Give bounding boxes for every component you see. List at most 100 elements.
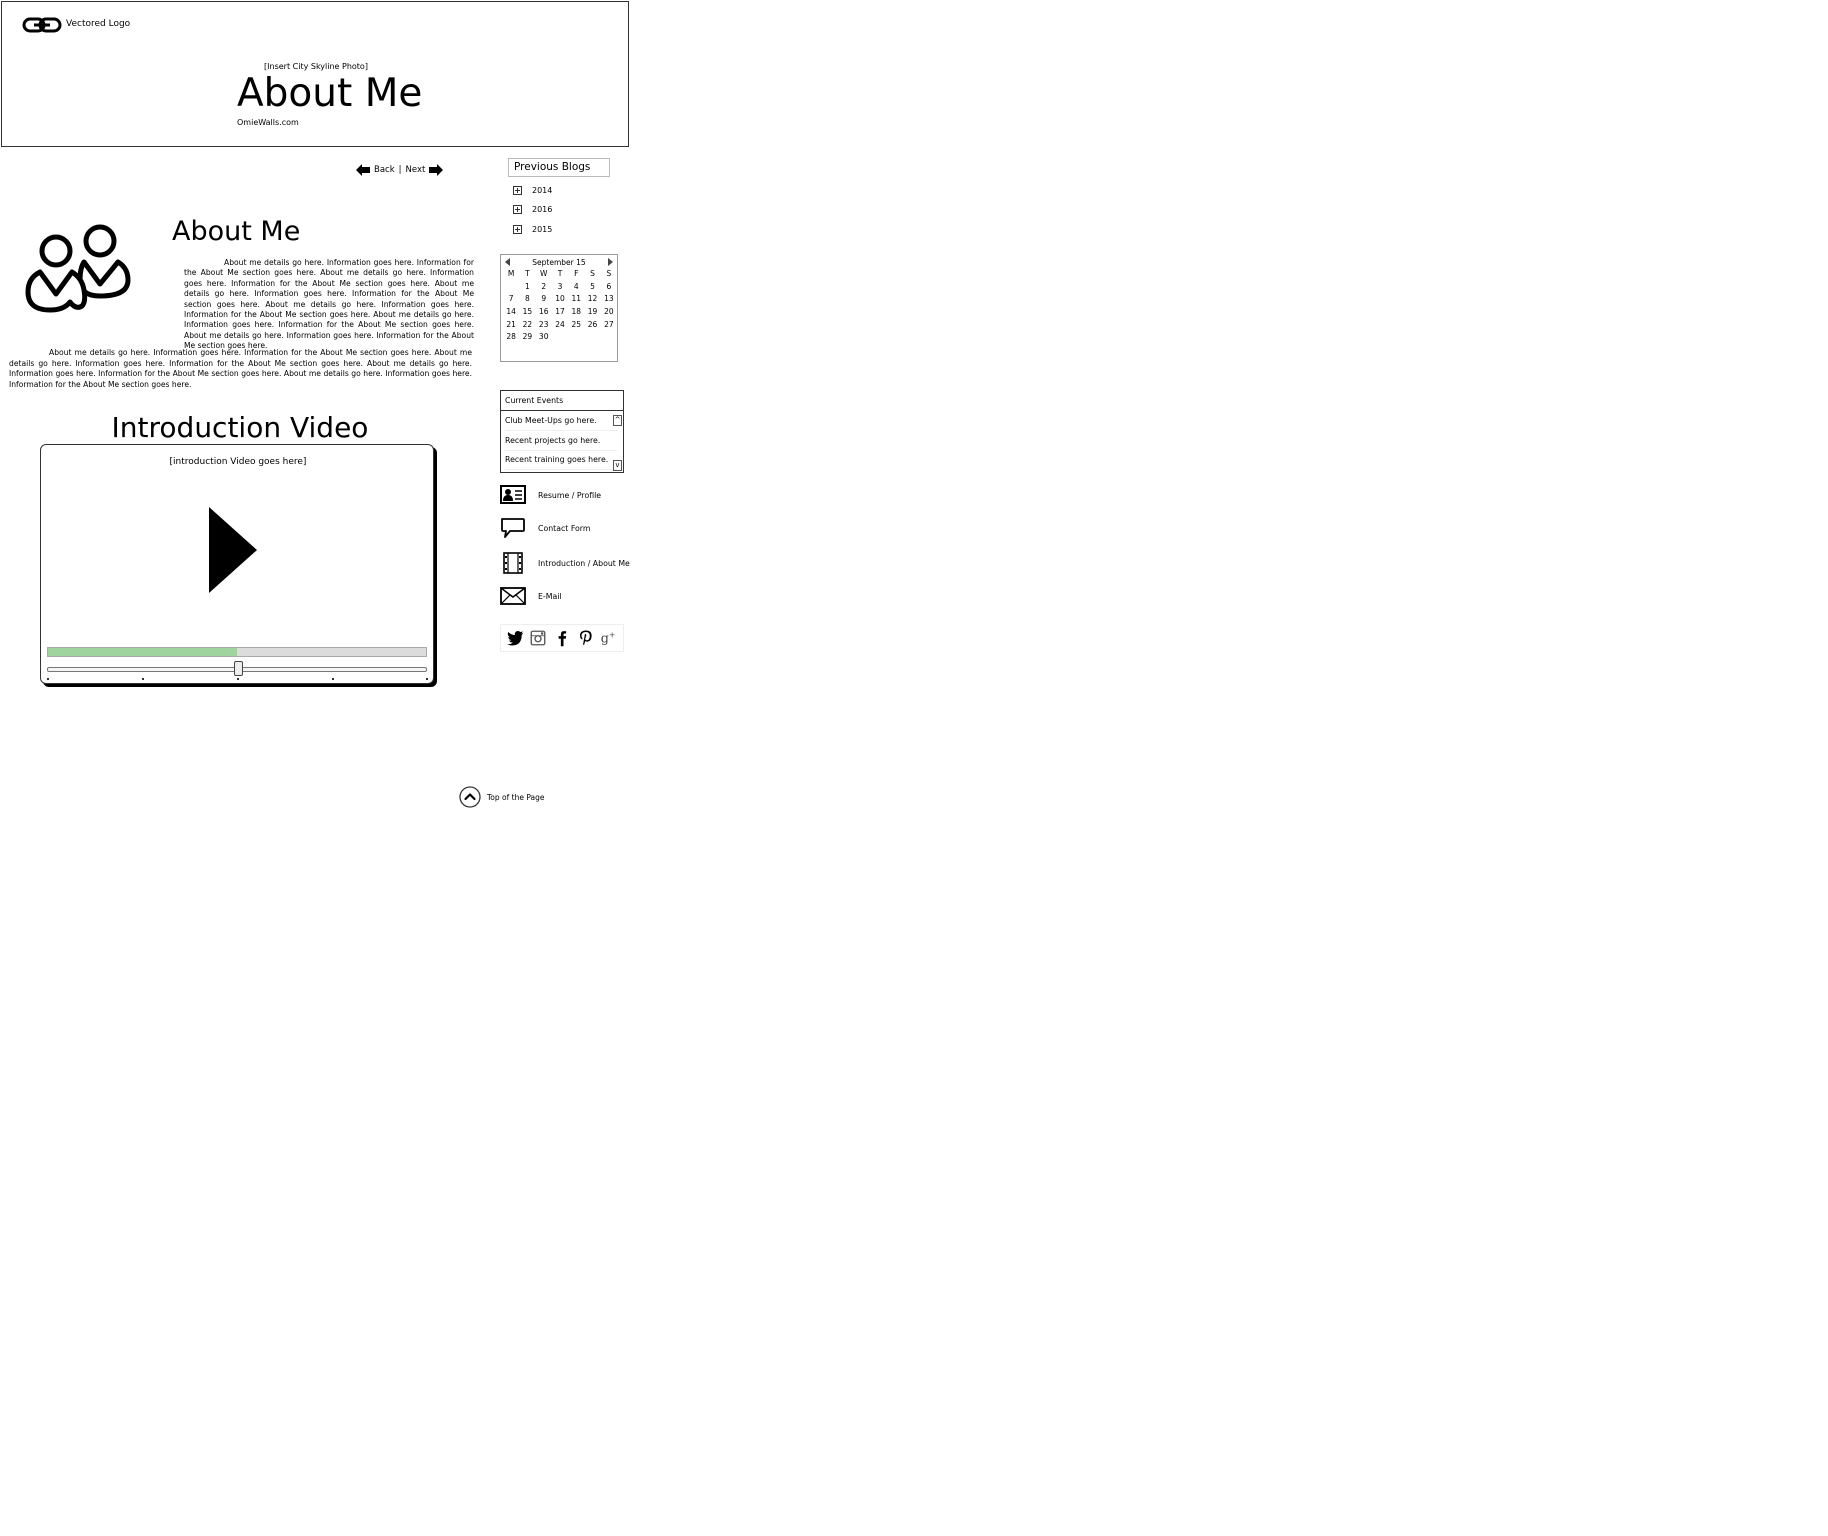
buffer-progress-bar — [47, 647, 427, 657]
scroll-down-button[interactable]: v — [613, 460, 622, 471]
arrow-left-icon[interactable] — [356, 164, 370, 176]
svg-text:g: g — [601, 632, 609, 647]
hero-title: About Me — [237, 71, 423, 116]
year-item-2015[interactable]: 2015 — [513, 225, 552, 234]
instagram-icon[interactable] — [529, 629, 547, 647]
social-links: g + — [500, 624, 624, 652]
calendar: September 15 M T W T F S S 1 2 3 4 5 6 7 8 9 10 11 12 13 14 1… — [500, 254, 618, 362]
contact-form-label[interactable]: Contact Form — [538, 524, 590, 533]
contact-form-link[interactable]: Contact Form — [500, 517, 590, 539]
calendar-day[interactable]: 30 — [536, 332, 552, 341]
calendar-empty-cell — [503, 282, 519, 291]
resume-profile-link[interactable]: Resume / Profile — [500, 484, 601, 506]
expand-plus-icon[interactable] — [513, 225, 522, 234]
calendar-day[interactable]: 7 — [503, 294, 519, 303]
calendar-day[interactable]: 10 — [552, 294, 568, 303]
calendar-grid: M T W T F S S 1 2 3 4 5 6 7 8 9 10 11 12 13 14 15 16 17 18 19 20 21… — [503, 269, 617, 341]
speech-bubble-icon — [501, 518, 525, 538]
google-plus-icon[interactable]: g + — [600, 629, 618, 647]
slider-tick — [142, 678, 144, 680]
calendar-day[interactable]: 26 — [584, 320, 600, 329]
svg-text:+: + — [609, 630, 615, 639]
scroll-up-button[interactable]: ^ — [613, 415, 622, 426]
calendar-day[interactable]: 17 — [552, 307, 568, 316]
calendar-day[interactable]: 23 — [536, 320, 552, 329]
event-item[interactable]: Club Meet-Ups go here. — [505, 412, 617, 431]
year-label[interactable]: 2015 — [532, 225, 552, 234]
calendar-day[interactable]: 25 — [568, 320, 584, 329]
calendar-day[interactable]: 22 — [519, 320, 535, 329]
arrow-right-icon[interactable] — [429, 164, 444, 176]
intro-video-title: Introduction Video — [111, 411, 369, 444]
pager-separator: | — [398, 165, 402, 175]
calendar-day[interactable]: 11 — [568, 294, 584, 303]
about-paragraph-1: About me details go here. Information go… — [184, 258, 474, 351]
year-item-2016[interactable]: 2016 — [513, 205, 552, 214]
calendar-weekday: M — [507, 269, 515, 278]
slider-tick — [426, 678, 428, 680]
resume-profile-label[interactable]: Resume / Profile — [538, 491, 601, 500]
calendar-day[interactable]: 8 — [519, 294, 535, 303]
year-item-2014[interactable]: 2014 — [513, 186, 552, 195]
calendar-weekday: W — [539, 269, 548, 278]
calendar-day[interactable]: 1 — [519, 282, 535, 291]
video-player[interactable]: [introduction Video goes here] — [40, 444, 434, 684]
buffer-progress-fill — [48, 648, 237, 656]
calendar-day[interactable]: 16 — [536, 307, 552, 316]
calendar-weekday: T — [525, 269, 530, 278]
year-label[interactable]: 2016 — [532, 205, 552, 214]
calendar-weekday: S — [590, 269, 595, 278]
current-events-header: Current Events — [501, 391, 623, 411]
slider-tick — [332, 678, 334, 680]
calendar-day[interactable]: 15 — [519, 307, 535, 316]
expand-plus-icon[interactable] — [513, 205, 522, 214]
top-of-page-link[interactable]: Top of the Page — [459, 786, 545, 808]
event-item[interactable]: Recent projects go here. — [505, 432, 617, 451]
calendar-day[interactable]: 9 — [536, 294, 552, 303]
calendar-day[interactable]: 29 — [519, 332, 535, 341]
calendar-day[interactable]: 27 — [601, 320, 617, 329]
calendar-day[interactable]: 5 — [584, 282, 600, 291]
calendar-day[interactable]: 24 — [552, 320, 568, 329]
pinterest-icon[interactable] — [577, 629, 595, 647]
site-url[interactable]: OmieWalls.com — [237, 118, 299, 127]
current-events-panel: Current Events Club Meet-Ups go here. Re… — [500, 390, 624, 473]
calendar-day[interactable]: 6 — [601, 282, 617, 291]
intro-about-link[interactable]: Introduction / About Me — [500, 552, 630, 574]
calendar-weekday: S — [606, 269, 612, 278]
year-label[interactable]: 2014 — [532, 186, 552, 195]
film-strip-icon — [503, 552, 523, 574]
play-icon[interactable] — [207, 505, 259, 595]
logo-label: Vectored Logo — [66, 19, 131, 29]
calendar-day[interactable]: 3 — [552, 282, 568, 291]
facebook-icon[interactable] — [553, 629, 571, 647]
envelope-icon — [500, 587, 526, 605]
calendar-day[interactable]: 20 — [601, 307, 617, 316]
email-label[interactable]: E-Mail — [538, 592, 562, 601]
calendar-day[interactable]: 4 — [568, 282, 584, 291]
header-banner: Vectored Logo [Insert City Skyline Photo… — [1, 1, 629, 147]
next-link[interactable]: Next — [406, 165, 426, 175]
twitter-icon[interactable] — [506, 629, 524, 647]
email-link[interactable]: E-Mail — [500, 585, 562, 607]
people-icon — [25, 224, 131, 313]
event-item[interactable]: Recent training goes here. — [505, 451, 617, 470]
calendar-day[interactable]: 19 — [584, 307, 600, 316]
calendar-day[interactable]: 14 — [503, 307, 519, 316]
calendar-day[interactable]: 13 — [601, 294, 617, 303]
calendar-day[interactable]: 21 — [503, 320, 519, 329]
video-caption: [introduction Video goes here] — [169, 457, 307, 467]
previous-blogs-header: Previous Blogs — [508, 158, 610, 177]
calendar-day[interactable]: 12 — [584, 294, 600, 303]
top-of-page-label[interactable]: Top of the Page — [487, 793, 545, 802]
calendar-day[interactable]: 18 — [568, 307, 584, 316]
intro-about-label[interactable]: Introduction / About Me — [538, 559, 630, 568]
chevron-up-circle-icon[interactable] — [459, 786, 481, 808]
back-link[interactable]: Back — [374, 165, 395, 175]
calendar-day[interactable]: 2 — [536, 282, 552, 291]
seek-slider-handle[interactable] — [234, 661, 243, 676]
calendar-next-icon[interactable] — [608, 258, 613, 266]
expand-plus-icon[interactable] — [513, 186, 522, 195]
chain-link-logo-icon[interactable] — [22, 16, 62, 34]
calendar-day[interactable]: 28 — [503, 332, 519, 341]
